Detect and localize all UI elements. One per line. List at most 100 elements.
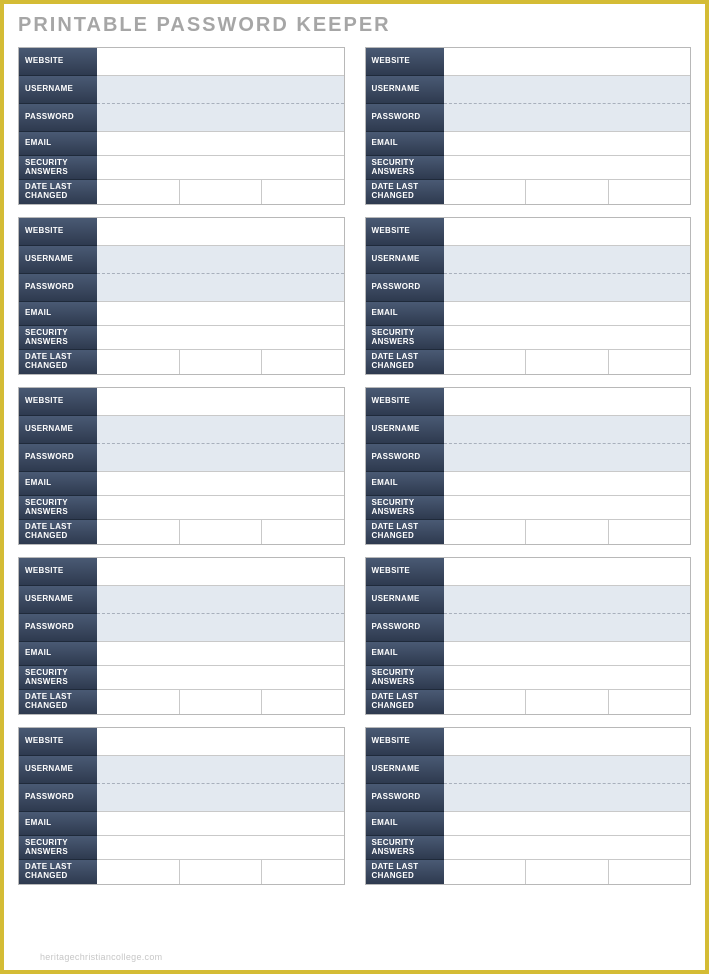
label-date: DATE LAST CHANGED: [366, 350, 444, 374]
field-security[interactable]: [444, 496, 691, 520]
field-website[interactable]: [97, 218, 344, 246]
field-email[interactable]: [444, 812, 691, 836]
field-security[interactable]: [444, 326, 691, 350]
field-password[interactable]: [97, 784, 344, 812]
password-card: WEBSITEUSERNAMEPASSWORDEMAILSECURITY ANS…: [365, 217, 692, 375]
field-security[interactable]: [97, 666, 344, 690]
field-email[interactable]: [97, 812, 344, 836]
field-password[interactable]: [444, 444, 691, 472]
password-card: WEBSITEUSERNAMEPASSWORDEMAILSECURITY ANS…: [18, 387, 345, 545]
field-date[interactable]: [444, 520, 691, 544]
field-security[interactable]: [444, 666, 691, 690]
label-security: SECURITY ANSWERS: [19, 496, 97, 520]
field-password[interactable]: [444, 274, 691, 302]
field-username[interactable]: [97, 76, 344, 104]
field-password[interactable]: [97, 104, 344, 132]
field-password[interactable]: [97, 274, 344, 302]
field-website[interactable]: [444, 558, 691, 586]
field-email[interactable]: [444, 132, 691, 156]
field-password[interactable]: [97, 444, 344, 472]
label-email: EMAIL: [19, 642, 97, 666]
field-date[interactable]: [97, 520, 344, 544]
label-date: DATE LAST CHANGED: [366, 520, 444, 544]
field-date[interactable]: [444, 350, 691, 374]
label-password: PASSWORD: [366, 614, 444, 642]
field-email[interactable]: [97, 302, 344, 326]
field-website[interactable]: [97, 388, 344, 416]
field-website[interactable]: [444, 218, 691, 246]
password-keeper-page: PRINTABLE PASSWORD KEEPER WEBSITEUSERNAM…: [0, 0, 709, 974]
field-website[interactable]: [97, 558, 344, 586]
field-date[interactable]: [444, 180, 691, 204]
label-security: SECURITY ANSWERS: [19, 836, 97, 860]
label-security: SECURITY ANSWERS: [366, 326, 444, 350]
field-date[interactable]: [444, 860, 691, 884]
field-date[interactable]: [97, 860, 344, 884]
page-title: PRINTABLE PASSWORD KEEPER: [18, 14, 691, 37]
password-card: WEBSITEUSERNAMEPASSWORDEMAILSECURITY ANS…: [18, 47, 345, 205]
watermark: heritagechristiancollege.com: [40, 952, 162, 962]
field-email[interactable]: [444, 472, 691, 496]
label-date: DATE LAST CHANGED: [19, 690, 97, 714]
password-card: WEBSITEUSERNAMEPASSWORDEMAILSECURITY ANS…: [365, 727, 692, 885]
field-username[interactable]: [97, 756, 344, 784]
field-username[interactable]: [444, 246, 691, 274]
label-username: USERNAME: [19, 416, 97, 444]
field-security[interactable]: [444, 836, 691, 860]
field-date[interactable]: [97, 350, 344, 374]
label-website: WEBSITE: [366, 218, 444, 246]
field-password[interactable]: [444, 784, 691, 812]
field-email[interactable]: [97, 642, 344, 666]
field-security[interactable]: [97, 156, 344, 180]
label-website: WEBSITE: [19, 388, 97, 416]
label-security: SECURITY ANSWERS: [366, 666, 444, 690]
label-email: EMAIL: [19, 472, 97, 496]
field-username[interactable]: [97, 586, 344, 614]
field-email[interactable]: [97, 132, 344, 156]
label-date: DATE LAST CHANGED: [366, 690, 444, 714]
field-website[interactable]: [444, 48, 691, 76]
field-email[interactable]: [444, 302, 691, 326]
label-date: DATE LAST CHANGED: [19, 180, 97, 204]
field-email[interactable]: [97, 472, 344, 496]
password-card: WEBSITEUSERNAMEPASSWORDEMAILSECURITY ANS…: [18, 557, 345, 715]
field-security[interactable]: [444, 156, 691, 180]
field-date[interactable]: [97, 690, 344, 714]
field-email[interactable]: [444, 642, 691, 666]
label-security: SECURITY ANSWERS: [19, 326, 97, 350]
label-email: EMAIL: [366, 132, 444, 156]
label-email: EMAIL: [366, 812, 444, 836]
field-website[interactable]: [444, 388, 691, 416]
field-username[interactable]: [444, 76, 691, 104]
password-card: WEBSITEUSERNAMEPASSWORDEMAILSECURITY ANS…: [365, 387, 692, 545]
field-username[interactable]: [444, 756, 691, 784]
field-date[interactable]: [97, 180, 344, 204]
field-security[interactable]: [97, 326, 344, 350]
card-grid: WEBSITEUSERNAMEPASSWORDEMAILSECURITY ANS…: [18, 47, 691, 885]
label-password: PASSWORD: [366, 274, 444, 302]
field-username[interactable]: [444, 416, 691, 444]
field-website[interactable]: [444, 728, 691, 756]
field-username[interactable]: [97, 246, 344, 274]
field-password[interactable]: [97, 614, 344, 642]
label-username: USERNAME: [366, 416, 444, 444]
label-security: SECURITY ANSWERS: [19, 666, 97, 690]
field-security[interactable]: [97, 836, 344, 860]
label-username: USERNAME: [366, 756, 444, 784]
label-website: WEBSITE: [366, 48, 444, 76]
field-username[interactable]: [97, 416, 344, 444]
field-password[interactable]: [444, 104, 691, 132]
field-website[interactable]: [97, 728, 344, 756]
field-username[interactable]: [444, 586, 691, 614]
field-security[interactable]: [97, 496, 344, 520]
label-password: PASSWORD: [19, 274, 97, 302]
label-password: PASSWORD: [19, 444, 97, 472]
field-password[interactable]: [444, 614, 691, 642]
label-website: WEBSITE: [366, 558, 444, 586]
label-email: EMAIL: [366, 302, 444, 326]
field-website[interactable]: [97, 48, 344, 76]
label-website: WEBSITE: [19, 728, 97, 756]
label-email: EMAIL: [366, 472, 444, 496]
field-date[interactable]: [444, 690, 691, 714]
label-password: PASSWORD: [19, 614, 97, 642]
